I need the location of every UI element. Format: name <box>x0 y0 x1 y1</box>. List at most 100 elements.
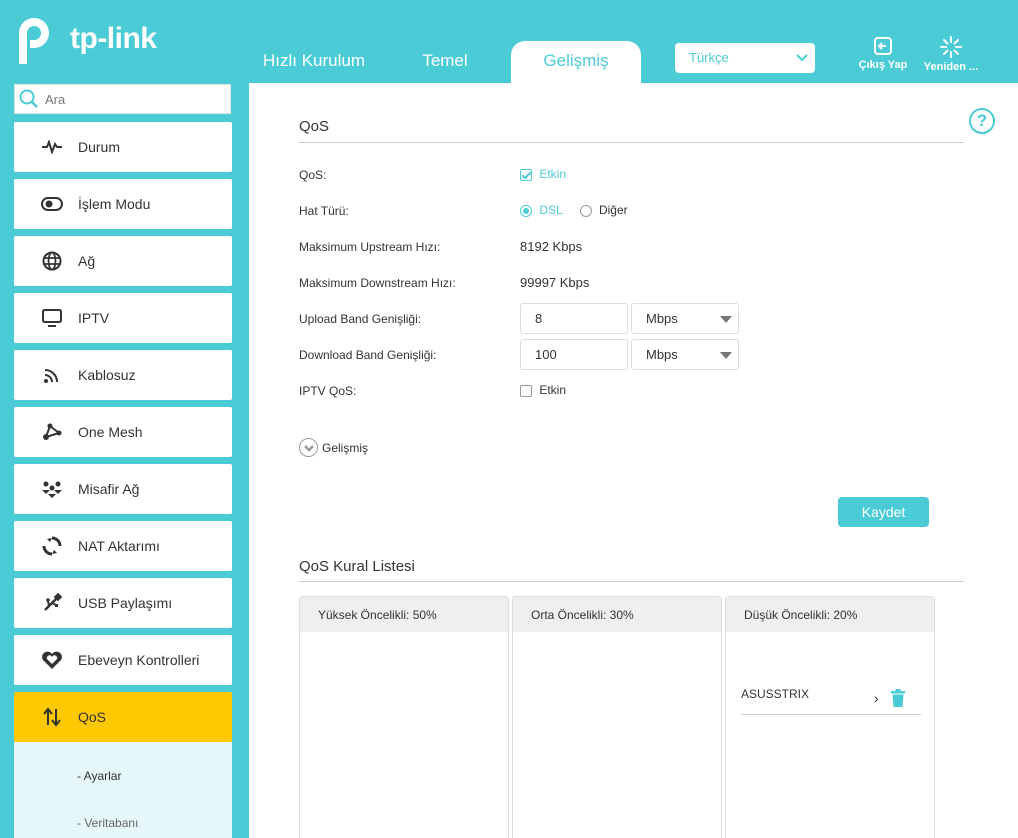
save-button[interactable]: Kaydet <box>838 497 929 527</box>
tplink-logo-icon <box>19 18 49 64</box>
qos-section-title: QoS <box>299 118 330 135</box>
tab-quick-setup[interactable]: Hızlı Kurulum <box>250 41 378 83</box>
dropdown-arrow-icon <box>720 316 732 323</box>
max-downstream-label: Maksimum Downstream Hızı: <box>299 276 456 290</box>
updown-arrows-icon <box>40 705 64 729</box>
language-value: Türkçe <box>689 50 729 65</box>
upload-bandwidth-input[interactable]: 8 <box>520 303 628 334</box>
search-box[interactable] <box>14 84 231 114</box>
submenu-database[interactable]: - Veritabanı <box>77 816 138 830</box>
sidebar-item-label: Ebeveyn Kontrolleri <box>78 652 200 668</box>
radio-other[interactable]: Diğer <box>579 203 628 217</box>
chevron-down-icon <box>795 43 809 84</box>
medium-priority-header: Orta Öncelikli: 30% <box>513 597 721 632</box>
submenu-settings[interactable]: - Ayarlar <box>77 769 121 783</box>
brand-name: tp-link <box>70 22 157 55</box>
tab-advanced[interactable]: Gelişmiş <box>511 41 641 83</box>
advanced-toggle-label: Gelişmiş <box>322 440 369 455</box>
checkbox-unchecked-icon[interactable] <box>520 384 532 397</box>
pulse-icon <box>40 135 64 159</box>
rule-item-name: ASUSSTRIX <box>741 687 810 701</box>
radio-unselected-icon[interactable] <box>579 204 592 217</box>
low-priority-panel: Düşük Öncelikli: 20% ASUSSTRIX › <box>725 596 935 838</box>
help-icon[interactable]: ? <box>969 108 995 134</box>
sidebar-item-one-mesh[interactable]: One Mesh <box>14 407 232 457</box>
download-unit-select[interactable]: Mbps <box>631 339 739 370</box>
sidebar-item-status[interactable]: Durum <box>14 122 232 172</box>
reboot-icon <box>940 36 962 58</box>
upload-unit-select[interactable]: Mbps <box>631 303 739 334</box>
search-input[interactable] <box>45 91 215 107</box>
sidebar-item-label: İşlem Modu <box>78 196 151 212</box>
dropdown-arrow-icon <box>720 352 732 359</box>
sidebar-item-label: Durum <box>78 139 121 155</box>
sidebar-item-label: IPTV <box>78 310 110 326</box>
radio-selected-icon[interactable] <box>520 204 532 217</box>
checkbox-checked-icon[interactable] <box>520 168 532 181</box>
line-type-radios: DSL Diğer <box>520 203 628 217</box>
sidebar-item-label: Ağ <box>78 253 96 269</box>
upload-unit-value: Mbps <box>646 311 678 326</box>
sidebar-item-wireless[interactable]: Kablosuz <box>14 350 232 400</box>
toggle-icon <box>40 192 64 216</box>
low-priority-header: Düşük Öncelikli: 20% <box>726 597 934 632</box>
download-bandwidth-label: Download Band Genişliği: <box>299 348 437 362</box>
sidebar-item-label: Kablosuz <box>78 367 136 383</box>
sidebar-item-usb-sharing[interactable]: USB Paylaşımı <box>14 578 232 628</box>
iptv-qos-enable-label: Etkin <box>539 383 567 397</box>
globe-icon <box>40 249 64 273</box>
advanced-toggle[interactable]: Gelişmiş <box>299 438 368 457</box>
radio-dsl-label: DSL <box>539 203 563 217</box>
qos-enable-checkbox[interactable]: Etkin <box>520 167 566 181</box>
high-priority-header: Yüksek Öncelikli: 50% <box>300 597 508 632</box>
sidebar-item-qos[interactable]: QoS <box>14 692 232 742</box>
tab-basic[interactable]: Temel <box>395 41 495 83</box>
reboot-label: Yeniden ... <box>923 61 979 73</box>
sidebar-item-operation-mode[interactable]: İşlem Modu <box>14 179 232 229</box>
sidebar-item-label: NAT Aktarımı <box>78 538 160 554</box>
language-select[interactable]: Türkçe <box>675 43 815 73</box>
upload-bandwidth-label: Upload Band Genişliği: <box>299 312 422 326</box>
chevron-right-icon[interactable]: › <box>874 690 879 706</box>
sidebar-item-parental-controls[interactable]: Ebeveyn Kontrolleri <box>14 635 232 685</box>
guests-icon <box>40 477 64 501</box>
sidebar-item-nat-forwarding[interactable]: NAT Aktarımı <box>14 521 232 571</box>
high-priority-panel: Yüksek Öncelikli: 50% <box>299 596 509 838</box>
reboot-button[interactable]: Yeniden ... <box>918 36 984 73</box>
iptv-qos-label: IPTV QoS: <box>299 384 357 398</box>
sidebar-item-label: Misafir Ağ <box>78 481 140 497</box>
radio-dsl[interactable]: DSL <box>520 203 566 217</box>
rule-item[interactable]: ASUSSTRIX › <box>741 687 921 715</box>
wireless-icon <box>40 363 64 387</box>
qos-submenu: - Ayarlar - Veritabanı <box>14 742 232 838</box>
sidebar-item-label: One Mesh <box>78 424 143 440</box>
sidebar-item-network[interactable]: Ağ <box>14 236 232 286</box>
divider <box>299 142 964 143</box>
chevron-down-circle-icon <box>299 438 318 457</box>
usb-icon <box>40 591 64 615</box>
download-bandwidth-input[interactable]: 100 <box>520 339 628 370</box>
download-unit-value: Mbps <box>646 347 678 362</box>
max-upstream-value: 8192 Kbps <box>520 239 583 254</box>
rule-list-title: QoS Kural Listesi <box>299 558 415 575</box>
max-downstream-value: 99997 Kbps <box>520 275 590 290</box>
medium-priority-panel: Orta Öncelikli: 30% <box>512 596 722 838</box>
radio-other-label: Diğer <box>598 203 628 217</box>
sidebar-item-guest-network[interactable]: Misafir Ağ <box>14 464 232 514</box>
tplink-logo: tp-link <box>14 14 157 64</box>
nat-icon <box>40 534 64 558</box>
sidebar-item-iptv[interactable]: IPTV <box>14 293 232 343</box>
qos-enable-label: Etkin <box>539 167 567 181</box>
logout-button[interactable]: Çıkış Yap <box>856 36 910 71</box>
iptv-qos-checkbox[interactable]: Etkin <box>520 383 566 397</box>
sidebar-item-label: QoS <box>78 709 107 725</box>
trash-icon[interactable] <box>891 689 905 710</box>
monitor-icon <box>40 306 64 330</box>
logout-label: Çıkış Yap <box>858 59 908 71</box>
line-type-label: Hat Türü: <box>299 204 349 218</box>
qos-label: QoS: <box>299 168 327 182</box>
max-upstream-label: Maksimum Upstream Hızı: <box>299 240 441 254</box>
sidebar-item-label: USB Paylaşımı <box>78 595 173 611</box>
search-icon <box>19 89 38 108</box>
heart-icon <box>40 648 64 672</box>
